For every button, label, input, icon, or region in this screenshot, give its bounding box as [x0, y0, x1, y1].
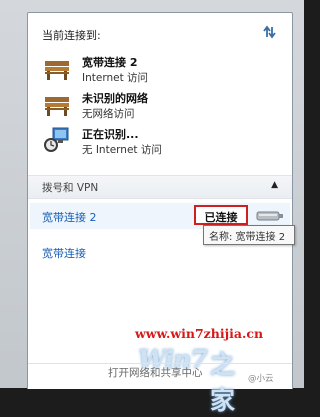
vpn-item-name: 宽带连接 2 [42, 211, 97, 224]
network-item[interactable]: 宽带连接 2 Internet 访问 [42, 53, 282, 87]
logo-suffix: 之家 [210, 350, 236, 415]
identifying-network-icon [44, 127, 69, 152]
network-flyout-panel: 当前连接到: 宽带连接 2 Internet 访问 未识别的网络 无网络访问 正… [27, 12, 293, 415]
network-name: 正在识别... [82, 128, 139, 141]
network-status: Internet 访问 [82, 72, 149, 84]
vpn-section-title: 拨号和 VPN [42, 182, 99, 194]
current-connections-label: 当前连接到: [42, 29, 101, 42]
bench-network-icon [45, 97, 69, 116]
name-tooltip: 名称: 宽带连接 2 [203, 225, 295, 245]
divider [28, 363, 292, 364]
network-item[interactable]: 正在识别... 无 Internet 访问 [42, 125, 282, 159]
credit-label: @小云 [248, 374, 274, 384]
network-item[interactable]: 未识别的网络 无网络访问 [42, 89, 282, 123]
watermark-url: www.win7zhijia.cn [135, 326, 264, 341]
vpn-item-broadband[interactable]: 宽带连接 [42, 245, 86, 261]
network-name: 未识别的网络 [82, 92, 148, 105]
vpn-section-header[interactable]: 拨号和 VPN ▲ [28, 175, 292, 199]
connected-status-text: 已连接 [204, 211, 238, 224]
network-status: 无网络访问 [82, 108, 135, 120]
modem-plug-icon [256, 211, 283, 221]
tooltip-text: 名称: 宽带连接 2 [209, 232, 286, 243]
open-network-center-link[interactable]: 打开网络和共享中心 [108, 365, 203, 380]
refresh-icon[interactable] [260, 23, 278, 41]
bench-network-icon [45, 61, 69, 80]
network-status: 无 Internet 访问 [82, 144, 162, 156]
connected-status-badge: 已连接 [194, 205, 248, 225]
network-name: 宽带连接 2 [82, 56, 138, 69]
chevron-up-icon[interactable]: ▲ [271, 180, 278, 190]
